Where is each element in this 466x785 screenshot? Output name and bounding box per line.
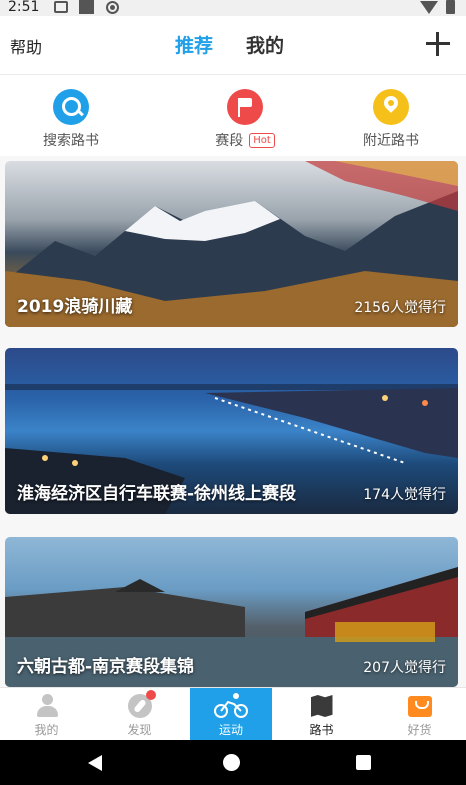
flag-icon [227,89,263,125]
search-route-book-label: 搜索路书 [43,133,99,149]
app-notification-icon [79,0,94,14]
recent-apps-icon[interactable] [356,755,371,770]
tab-route-book[interactable]: 路书 [275,688,368,741]
help-button[interactable]: 帮助 [10,34,42,58]
app-screen: 2:51 帮助 推荐 我的 搜索路书 赛段 Hot 附近路书 2019浪骑川藏 … [0,0,466,785]
user-icon [34,694,60,718]
segments-label: 赛段 Hot [213,130,277,150]
cycling-icon [214,693,248,718]
feed-card[interactable]: 六朝古都-南京赛段集锦 207人觉得行 [5,537,458,687]
compass-icon [127,690,156,718]
wifi-icon [420,1,438,14]
system-nav-bar [0,740,466,785]
feed-card-count: 174人觉得行 [363,487,446,503]
tab-route-book-label: 路书 [309,723,334,737]
nearby-route-book-label: 附近路书 [363,133,419,149]
feed-card-count: 2156人觉得行 [354,300,446,316]
feed-card-title: 淮海经济区自行车联赛-徐州线上赛段 [17,484,297,504]
tab-goods-label: 好货 [407,723,432,737]
feed-card[interactable]: 2019浪骑川藏 2156人觉得行 [5,161,458,327]
map-icon [309,694,335,718]
home-icon[interactable] [223,754,240,771]
tab-recommended[interactable]: 推荐 [175,31,213,58]
tab-profile[interactable]: 我的 [0,688,93,741]
tab-sport[interactable]: 运动 [190,688,272,741]
segments-label-text: 赛段 [215,133,244,149]
back-icon[interactable] [88,755,102,771]
segments-button[interactable]: 赛段 Hot [213,89,277,150]
record-icon [106,1,119,14]
image-notification-icon [54,1,68,13]
feed-card-count: 207人觉得行 [363,660,446,676]
tab-profile-label: 我的 [34,723,59,737]
tab-discover-label: 发现 [127,723,152,737]
feed-card[interactable]: 淮海经济区自行车联赛-徐州线上赛段 174人觉得行 [5,348,458,514]
notification-dot [145,690,156,700]
status-time: 2:51 [8,0,40,15]
quick-entries: 搜索路书 赛段 Hot 附近路书 [0,74,466,156]
tab-sport-label: 运动 [218,723,243,737]
bottom-tab-bar: 我的 发现 运动 路书 好货 [0,687,466,741]
tab-discover[interactable]: 发现 [93,688,186,741]
shopping-bag-icon [407,694,433,718]
top-nav: 帮助 推荐 我的 [0,16,466,74]
plus-icon[interactable] [426,32,450,56]
tab-goods[interactable]: 好货 [373,688,466,741]
battery-icon [446,0,455,14]
search-icon [53,89,89,125]
hot-badge: Hot [249,133,275,148]
nearby-route-book-button[interactable]: 附近路书 [362,89,420,150]
feed-card-title: 六朝古都-南京赛段集锦 [17,657,195,677]
location-pin-icon [373,89,409,125]
status-bar: 2:51 [0,0,466,16]
feed-card-title: 2019浪骑川藏 [17,297,133,317]
tab-mine[interactable]: 我的 [246,31,284,58]
search-route-book-button[interactable]: 搜索路书 [42,89,100,150]
